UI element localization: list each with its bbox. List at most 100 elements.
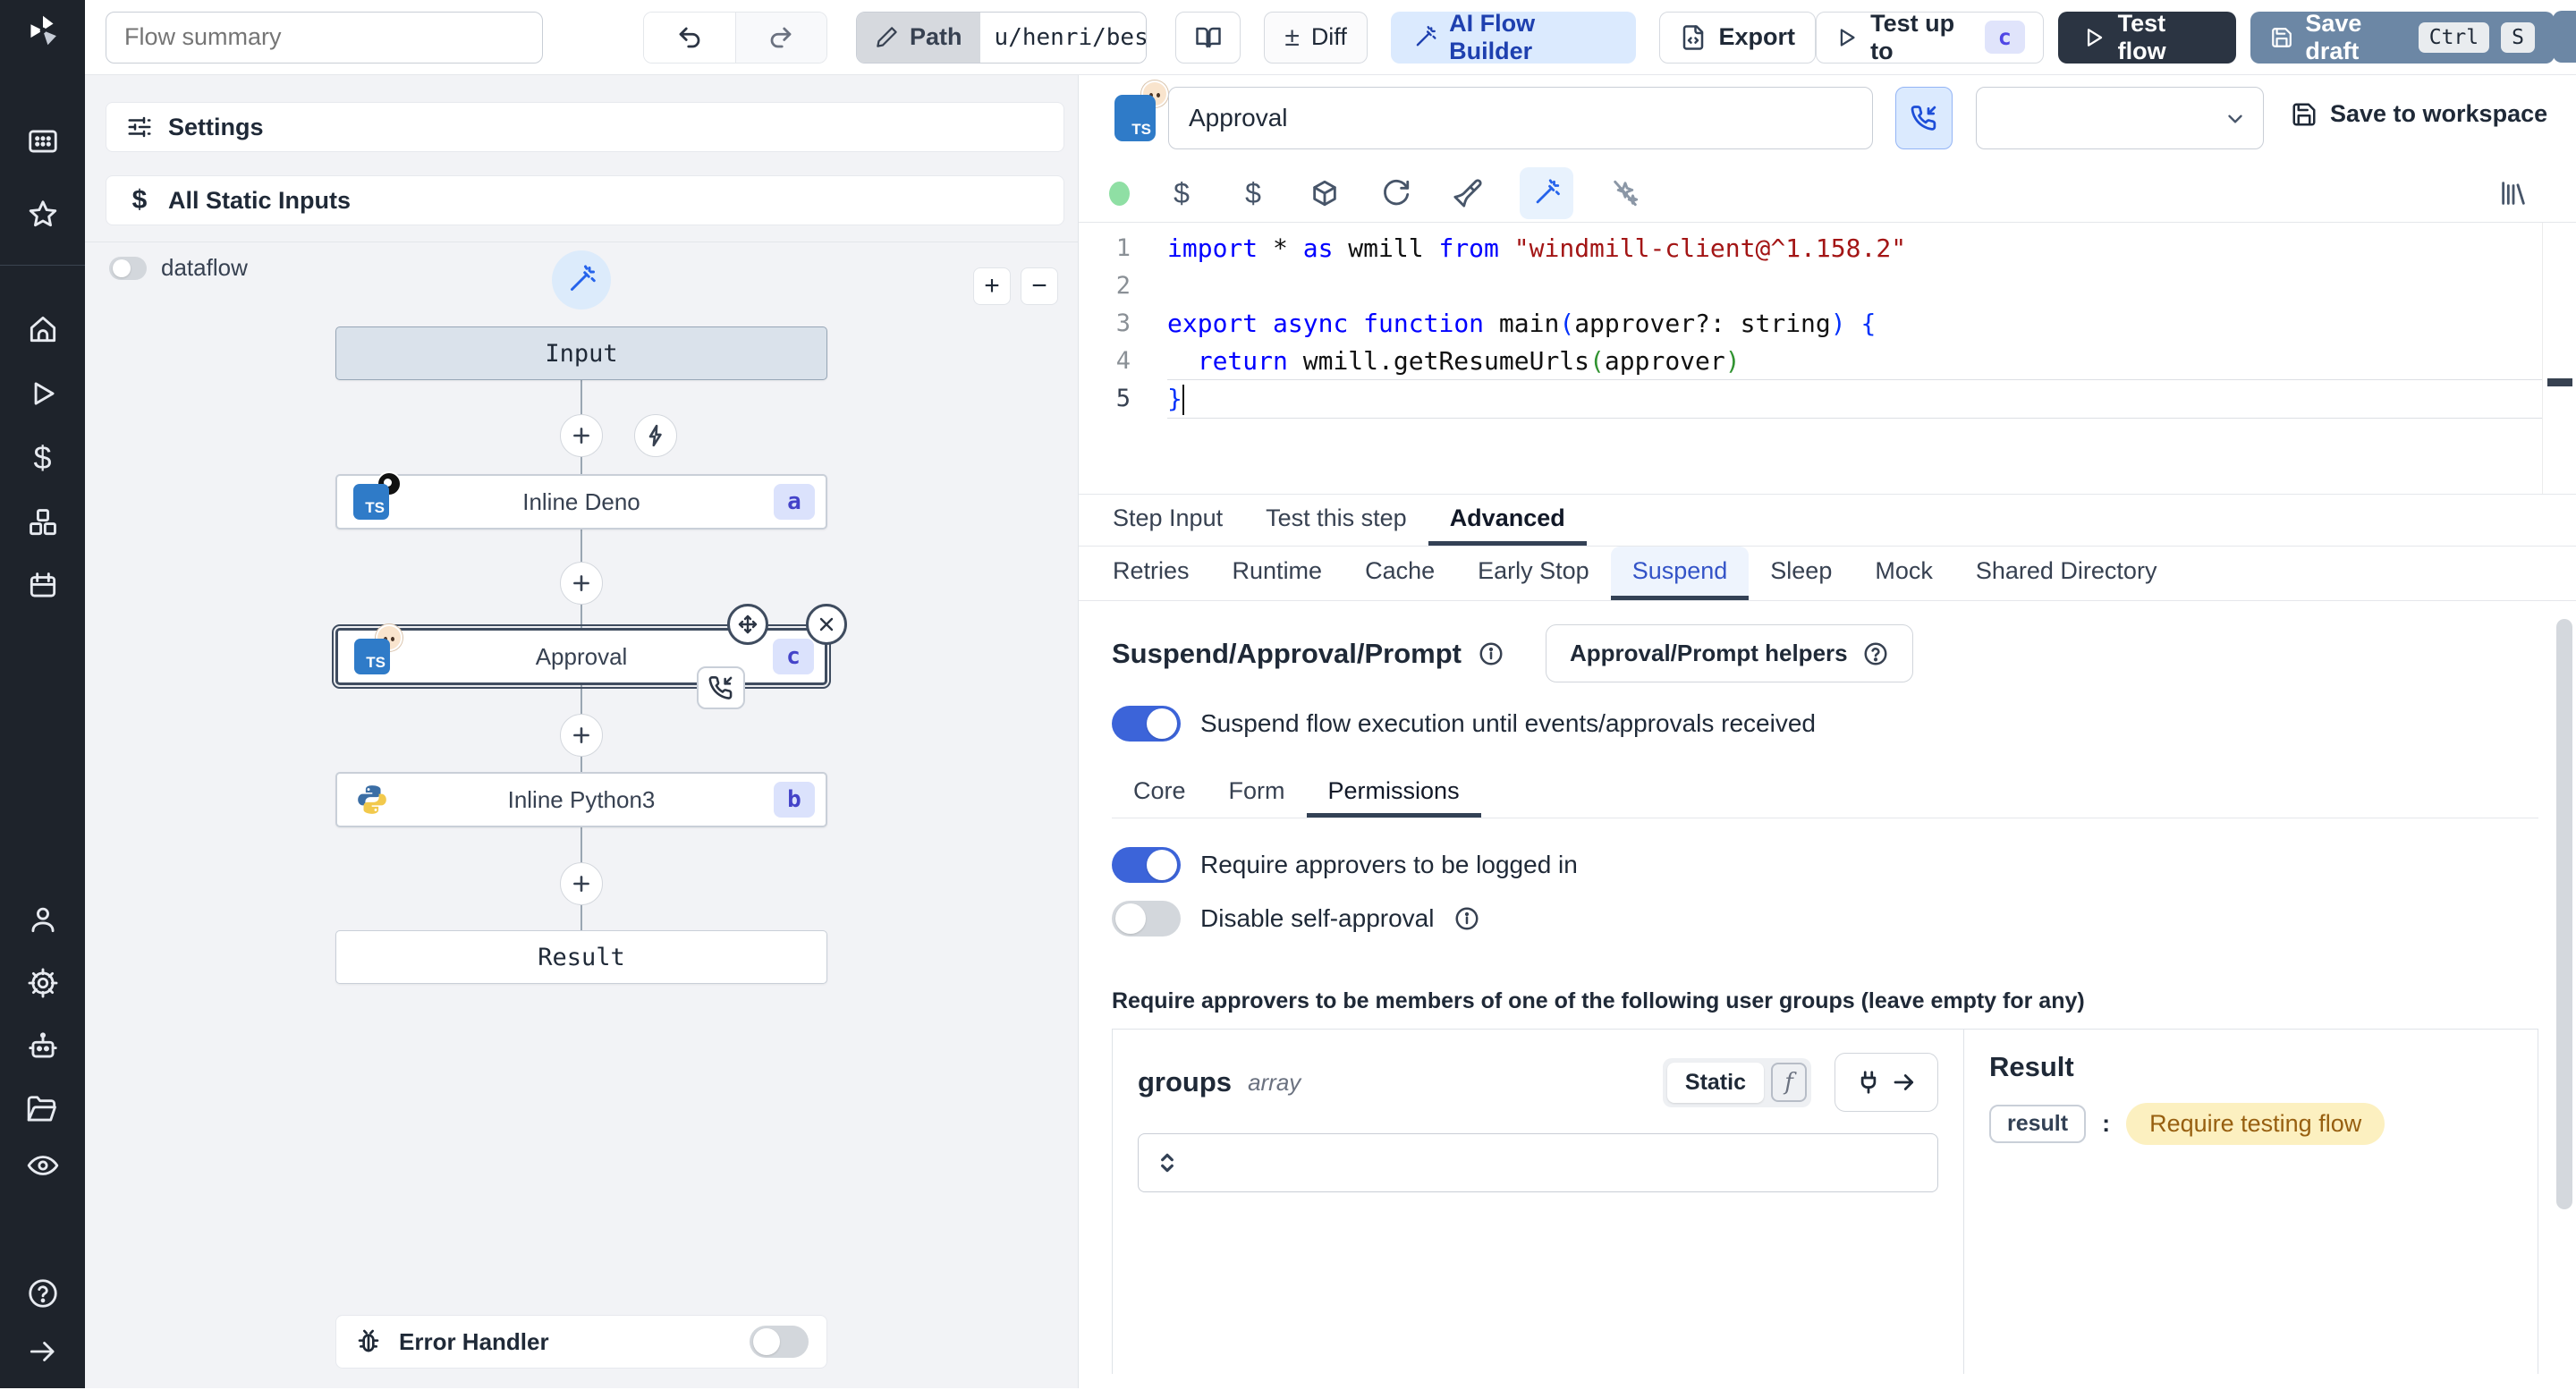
flow-settings-button[interactable]: Settings	[106, 102, 1064, 152]
save-draft-button[interactable]: Save draft Ctrl S	[2250, 10, 2555, 64]
test-flow-button[interactable]: Test flow	[2057, 10, 2237, 64]
require-login-toggle[interactable]	[1112, 847, 1181, 883]
scrollbar-thumb[interactable]	[2556, 619, 2572, 1209]
expand-arrow-icon[interactable]	[23, 1332, 63, 1371]
move-node-button[interactable]	[727, 604, 768, 645]
info-icon[interactable]	[1478, 640, 1504, 667]
test-up-to-button[interactable]: Test up to c	[1816, 10, 2044, 64]
flow-summary-input[interactable]	[106, 11, 543, 64]
star-icon[interactable]	[23, 195, 63, 234]
disable-self-approval-toggle[interactable]	[1112, 901, 1181, 937]
save-to-workspace-label: Save to workspace	[2330, 100, 2548, 127]
diff-button[interactable]: ± Diff	[1264, 11, 1368, 64]
tab-core[interactable]: Core	[1112, 768, 1208, 818]
tab-form[interactable]: Form	[1208, 768, 1307, 818]
ai-flow-builder-button[interactable]: AI Flow Builder	[1390, 10, 1637, 64]
windmill-logo-icon[interactable]	[23, 11, 63, 50]
audit-eye-icon[interactable]	[23, 1146, 63, 1185]
reload-button[interactable]	[1377, 174, 1416, 213]
insert-variable-button[interactable]: $	[1162, 174, 1201, 213]
input-mode-segmented-control: Static f	[1662, 1057, 1811, 1107]
library-icon	[2502, 182, 2525, 205]
tab-test-this-step[interactable]: Test this step	[1244, 495, 1428, 546]
approval-suspend-indicator[interactable]	[697, 666, 745, 709]
typescript-badge: TS	[354, 639, 390, 674]
flow-node-inline-deno[interactable]: TS Inline Deno a	[335, 471, 827, 530]
tab-shared-directory[interactable]: Shared Directory	[1954, 547, 2179, 600]
chevrons-up-down-icon	[1161, 1153, 1174, 1173]
chevron-down-icon	[2228, 114, 2242, 123]
tab-advanced[interactable]: Advanced	[1428, 495, 1587, 546]
path-button[interactable]: Path u/henri/bes	[856, 11, 1148, 64]
trigger-button[interactable]	[634, 414, 677, 457]
sparkles-off-icon	[1614, 180, 1639, 207]
error-handler-toggle[interactable]	[750, 1326, 809, 1358]
code-editor[interactable]: 1 2 3 4 5 import * as wmill from "windmill-c…	[1079, 222, 2576, 494]
home-icon[interactable]	[23, 309, 63, 349]
step-id-badge: a	[774, 484, 815, 520]
connect-input-button[interactable]	[1835, 1053, 1938, 1112]
workers-robot-icon[interactable]	[23, 1027, 63, 1066]
export-button[interactable]: Export	[1659, 11, 1816, 64]
all-static-inputs-button[interactable]: $ All Static Inputs	[106, 175, 1064, 225]
error-handler-card[interactable]: Error Handler	[335, 1315, 827, 1369]
tab-cache[interactable]: Cache	[1343, 547, 1456, 600]
groups-array-input[interactable]	[1138, 1133, 1938, 1192]
flow-node-result[interactable]: Result	[335, 930, 827, 984]
tab-runtime[interactable]: Runtime	[1211, 547, 1344, 600]
tab-step-input[interactable]: Step Input	[1091, 495, 1244, 546]
insert-resource-button[interactable]: $	[1233, 174, 1273, 213]
runs-icon[interactable]	[23, 374, 63, 413]
resources-icon[interactable]	[23, 503, 63, 542]
undo-button[interactable]	[643, 12, 735, 63]
tab-mock[interactable]: Mock	[1853, 547, 1954, 600]
static-mode-button[interactable]: Static	[1666, 1062, 1764, 1103]
expression-mode-button[interactable]: f	[1771, 1063, 1807, 1102]
plus-icon	[573, 727, 589, 743]
variables-icon[interactable]: $	[23, 438, 63, 478]
settings-gear-icon[interactable]	[23, 963, 63, 1003]
flow-node-input[interactable]: Input	[335, 326, 827, 380]
rail-divider	[0, 265, 85, 266]
pencil-icon	[877, 27, 897, 47]
library-button[interactable]	[2494, 174, 2533, 213]
deploy-button-partial[interactable]	[2553, 11, 2576, 63]
suspend-execution-toggle[interactable]	[1112, 706, 1181, 742]
tab-sleep[interactable]: Sleep	[1749, 547, 1853, 600]
tab-suspend[interactable]: Suspend	[1610, 547, 1750, 600]
tab-retries[interactable]: Retries	[1091, 547, 1211, 600]
help-icon[interactable]	[23, 1274, 63, 1313]
step-id-badge: b	[774, 782, 815, 818]
tab-early-stop[interactable]: Early Stop	[1456, 547, 1611, 600]
dataflow-toggle[interactable]	[109, 256, 147, 280]
suspend-phone-button[interactable]	[1895, 87, 1953, 149]
add-step-button-2[interactable]	[560, 562, 603, 605]
info-icon[interactable]	[1453, 905, 1480, 932]
ai-graph-wand-button[interactable]	[552, 250, 611, 309]
save-to-workspace-button[interactable]: Save to workspace	[2291, 100, 2547, 128]
user-icon[interactable]	[23, 900, 63, 939]
ai-assistant-button[interactable]	[1520, 167, 1573, 219]
package-button[interactable]	[1305, 174, 1344, 213]
approval-prompt-helpers-button[interactable]: Approval/Prompt helpers	[1545, 624, 1913, 682]
apps-icon[interactable]	[23, 122, 63, 161]
ai-autocomplete-off-button[interactable]	[1606, 174, 1645, 213]
zoom-in-button[interactable]: +	[973, 267, 1011, 305]
redo-button[interactable]	[734, 12, 827, 63]
docs-button[interactable]	[1175, 11, 1241, 64]
folders-icon[interactable]	[23, 1090, 63, 1130]
tag-select[interactable]	[1976, 87, 2264, 149]
add-step-button-4[interactable]	[560, 862, 603, 905]
schedules-icon[interactable]	[23, 566, 63, 606]
step-name-input[interactable]	[1168, 87, 1873, 149]
add-step-button-3[interactable]	[560, 714, 603, 757]
format-button[interactable]	[1448, 174, 1487, 213]
zoom-out-button[interactable]: −	[1021, 267, 1058, 305]
delete-node-button[interactable]	[806, 604, 847, 645]
flow-node-inline-python[interactable]: Inline Python3 b	[335, 772, 827, 827]
add-step-button-1[interactable]	[560, 414, 603, 457]
tab-permissions[interactable]: Permissions	[1306, 768, 1481, 818]
result-row: result : Require testing flow	[1989, 1103, 2512, 1145]
kbd-ctrl: Ctrl	[2418, 21, 2490, 53]
